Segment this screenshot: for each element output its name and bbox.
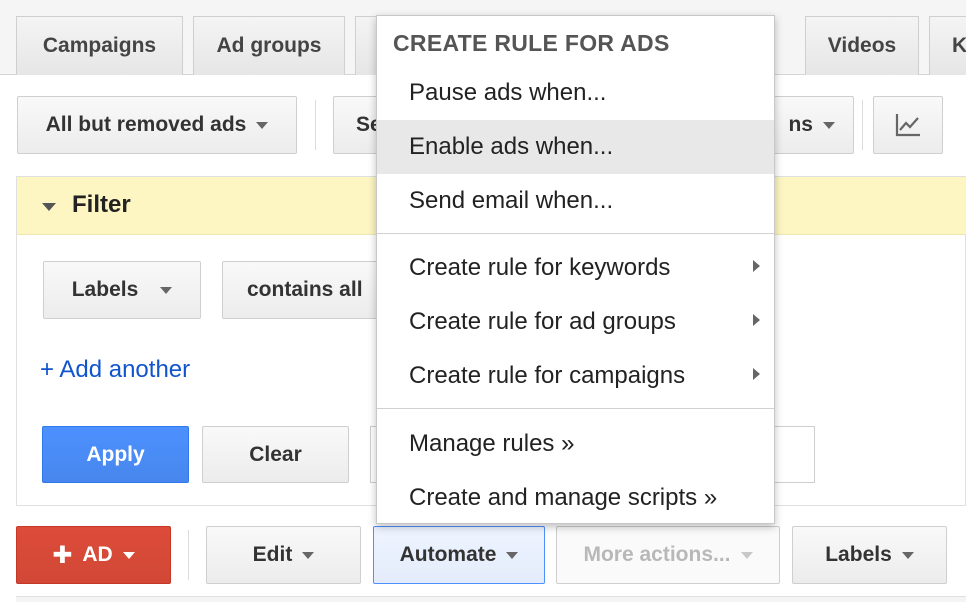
menu-item-label: Create rule for keywords bbox=[409, 254, 671, 281]
filter-field-label: Labels bbox=[71, 278, 139, 301]
chevron-down-icon bbox=[901, 551, 914, 559]
tab-keywords[interactable]: K bbox=[929, 16, 966, 75]
automate-label: Automate bbox=[399, 543, 497, 566]
edit-dropdown[interactable]: Edit bbox=[206, 526, 361, 584]
labels-dropdown[interactable]: Labels bbox=[792, 526, 947, 584]
clear-label: Clear bbox=[249, 442, 302, 466]
menu-item-rule-ad-groups[interactable]: Create rule for ad groups bbox=[377, 295, 774, 349]
menu-item-label: Manage rules » bbox=[409, 430, 575, 457]
chevron-right-icon bbox=[753, 368, 760, 380]
apply-label: Apply bbox=[86, 442, 145, 466]
labels-label: Labels bbox=[825, 543, 892, 566]
menu-item-label: Create rule for campaigns bbox=[409, 362, 686, 389]
filter-operator-label: contains all bbox=[247, 278, 363, 301]
tab-label: Ad groups bbox=[216, 34, 322, 57]
divider bbox=[862, 100, 863, 150]
chevron-down-icon bbox=[160, 286, 173, 294]
menu-item-send-email[interactable]: Send email when... bbox=[377, 174, 774, 228]
tab-label: Campaigns bbox=[42, 34, 157, 57]
chevron-down-icon bbox=[823, 121, 835, 129]
add-ad-label: AD bbox=[82, 543, 113, 566]
menu-header: CREATE RULE FOR ADS bbox=[393, 30, 670, 56]
plus-icon: ✚ bbox=[52, 541, 73, 569]
menu-item-enable-ads[interactable]: Enable ads when... bbox=[377, 120, 774, 174]
chevron-down-icon bbox=[740, 551, 753, 559]
chevron-right-icon bbox=[753, 260, 760, 272]
chevron-right-icon bbox=[753, 314, 760, 326]
collapse-triangle-icon[interactable] bbox=[42, 203, 56, 211]
menu-item-rule-keywords[interactable]: Create rule for keywords bbox=[377, 241, 774, 295]
filter-operator-dropdown[interactable]: contains all bbox=[222, 261, 382, 319]
more-actions-label: More actions... bbox=[583, 543, 731, 566]
columns-label: ns bbox=[788, 113, 813, 136]
tab-ad-groups[interactable]: Ad groups bbox=[193, 16, 345, 75]
filter-field-dropdown[interactable]: Labels bbox=[43, 261, 201, 319]
menu-item-manage-rules[interactable]: Manage rules » bbox=[377, 417, 774, 471]
menu-divider bbox=[377, 233, 774, 234]
add-ad-button[interactable]: ✚ AD bbox=[16, 526, 171, 584]
tab-campaigns[interactable]: Campaigns bbox=[16, 16, 183, 75]
edit-label: Edit bbox=[252, 543, 293, 566]
clear-button[interactable]: Clear bbox=[202, 426, 349, 483]
chevron-down-icon bbox=[122, 551, 135, 559]
tab-label: K bbox=[952, 34, 966, 57]
more-actions-dropdown[interactable]: More actions... bbox=[556, 526, 780, 584]
add-another-link[interactable]: + Add another bbox=[40, 356, 190, 384]
menu-divider bbox=[377, 408, 774, 409]
view-filter-label: All but removed ads bbox=[45, 113, 247, 136]
view-filter-dropdown[interactable]: All but removed ads bbox=[17, 96, 297, 154]
chart-toggle-button[interactable] bbox=[873, 96, 943, 154]
line-chart-icon bbox=[895, 114, 920, 137]
automate-dropdown[interactable]: Automate bbox=[373, 526, 545, 584]
chevron-down-icon bbox=[506, 551, 519, 559]
menu-item-pause-ads[interactable]: Pause ads when... bbox=[377, 66, 774, 120]
tab-ads[interactable] bbox=[355, 16, 377, 75]
divider bbox=[188, 530, 189, 580]
menu-item-label: Create and manage scripts » bbox=[409, 484, 718, 511]
menu-item-manage-scripts[interactable]: Create and manage scripts » bbox=[377, 471, 774, 525]
chevron-down-icon bbox=[302, 551, 315, 559]
tab-label: Videos bbox=[827, 34, 897, 57]
filter-title: Filter bbox=[72, 191, 131, 218]
table-header-edge bbox=[16, 596, 966, 602]
menu-item-label: Pause ads when... bbox=[409, 79, 607, 106]
divider bbox=[315, 100, 316, 150]
tab-videos[interactable]: Videos bbox=[805, 16, 919, 75]
automate-menu: CREATE RULE FOR ADS Pause ads when... En… bbox=[376, 15, 775, 524]
menu-item-label: Send email when... bbox=[409, 187, 614, 214]
apply-button[interactable]: Apply bbox=[42, 426, 189, 483]
menu-item-label: Enable ads when... bbox=[409, 133, 614, 160]
chevron-down-icon bbox=[256, 121, 269, 129]
menu-item-rule-campaigns[interactable]: Create rule for campaigns bbox=[377, 349, 774, 403]
menu-item-label: Create rule for ad groups bbox=[409, 308, 676, 335]
